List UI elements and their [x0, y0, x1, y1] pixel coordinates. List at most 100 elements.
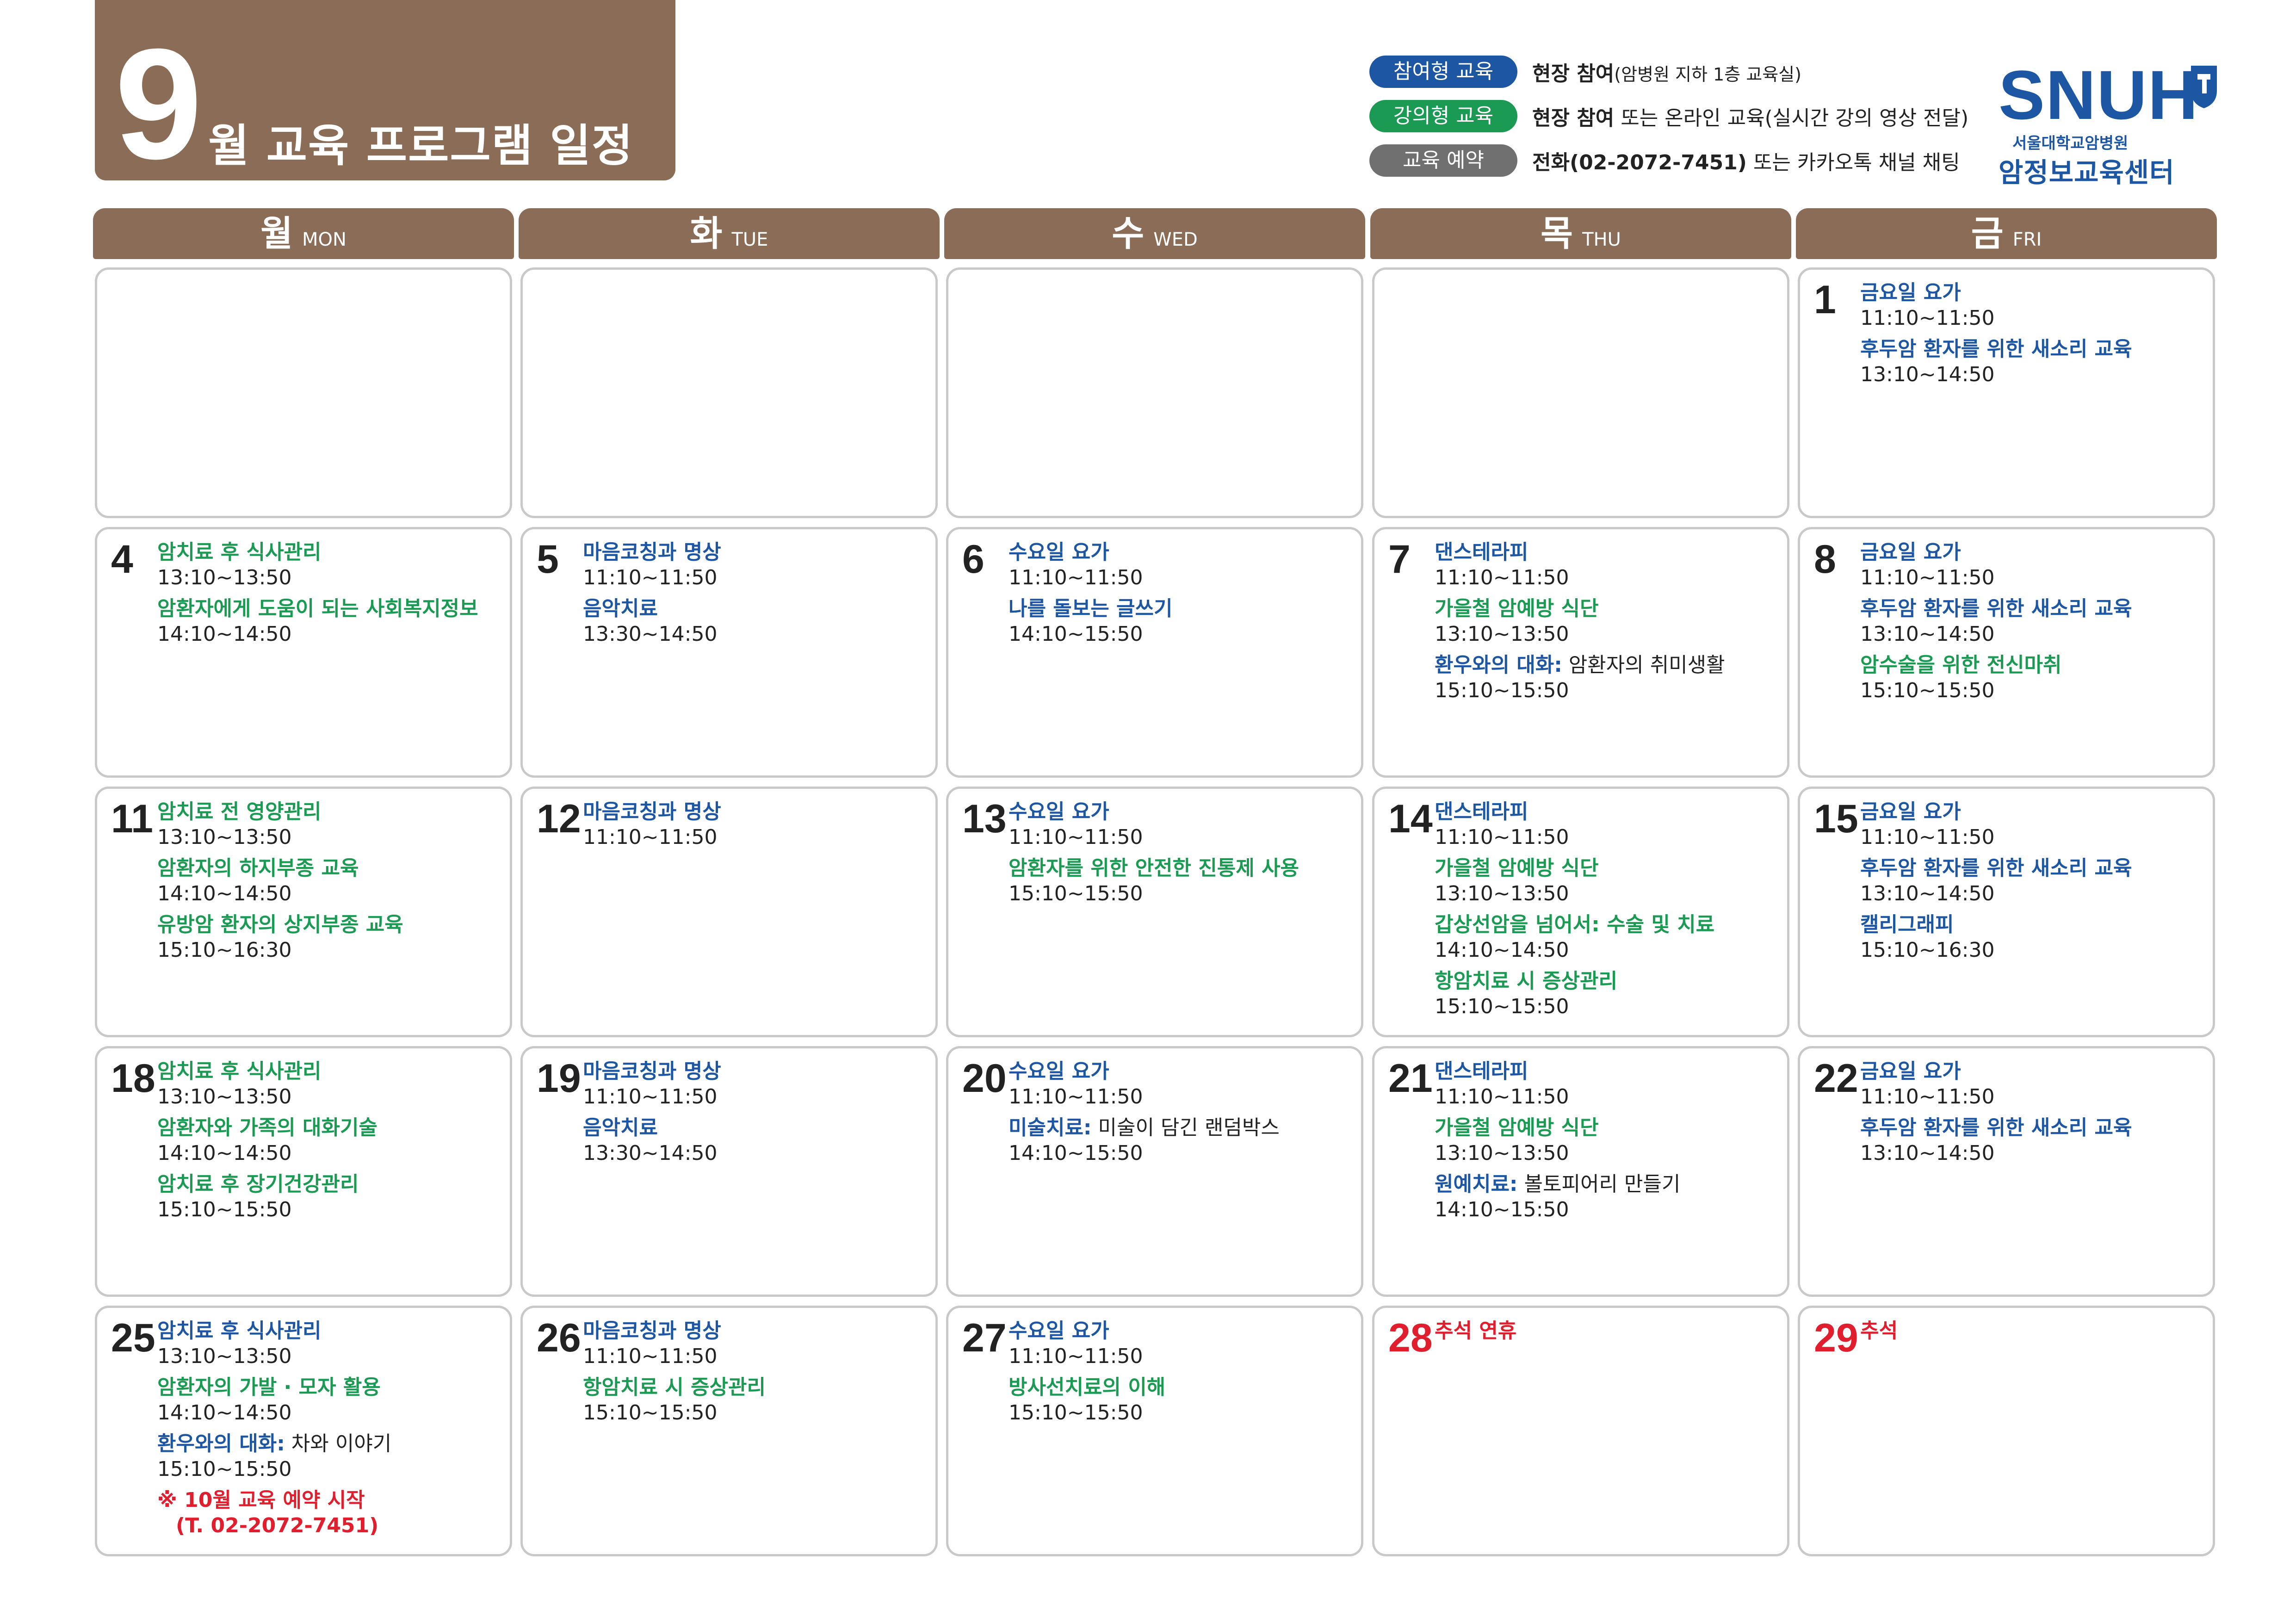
date-number: 12	[537, 797, 581, 841]
event-title-line: 후두암 환자를 위한 새소리 교육	[1860, 1115, 2203, 1141]
event-title-line: 후두암 환자를 위한 새소리 교육	[1860, 336, 2203, 362]
event-description: 차와 이야기	[285, 1432, 392, 1456]
event-title-line: 암환자를 위한 안전한 진통제 사용	[1009, 855, 1352, 881]
event-list: 추석 연휴	[1435, 1318, 1778, 1350]
event-list: 금요일 요가 11:10~11:50 후두암 환자를 위한 새소리 교육 13:10~…	[1860, 1059, 2203, 1171]
event-title-line: 항암치료 시 증상관리	[1435, 968, 1778, 994]
day-cell-26: 26 마음코칭과 명상 11:10~11:50 항암치료 시 증상관리 15:10~15…	[520, 1306, 938, 1556]
event-time: 15:10~15:50	[1860, 679, 1995, 702]
date-number: 13	[962, 797, 1007, 841]
event-title: 항암치료 시 증상관리	[583, 1375, 766, 1399]
event-item: 가을철 암예방 식단 13:10~13:50	[1435, 855, 1778, 906]
event-title: 암환자의 하지부종 교육	[157, 856, 359, 880]
legend-bold: 현장 참여	[1532, 106, 1615, 130]
event-title-line: 암환자의 하지부종 교육	[157, 855, 501, 881]
event-time: 11:10~11:50	[1860, 566, 1995, 589]
logo-center-name: 암정보교육센터	[1999, 157, 2175, 188]
event-time: 14:10~14:50	[157, 882, 292, 905]
event-item: 암치료 후 장기건강관리 15:10~15:50	[157, 1171, 501, 1222]
event-title-line: 댄스테라피	[1435, 799, 1778, 825]
event-item: 암수술을 위한 전신마취 15:10~15:50	[1860, 652, 2203, 703]
event-time: 13:30~14:50	[583, 1141, 718, 1165]
event-title-line: 댄스테라피	[1435, 539, 1778, 565]
event-time: 11:10~11:50	[583, 1085, 718, 1109]
event-title-line: 암환자와 가족의 대화기술	[157, 1115, 501, 1141]
event-title-line: 암환자에게 도움이 되는 사회복지정보	[157, 596, 501, 622]
event-title: 음악치료	[583, 597, 658, 620]
legend-bold: 현장 참여	[1532, 62, 1615, 86]
day-cell-14: 14 댄스테라피 11:10~11:50 가을철 암예방 식단 13:10~13:50 갑…	[1372, 787, 1789, 1037]
event-list: 암치료 후 식사관리 13:10~13:50 암환자와 가족의 대화기술 14:10~…	[157, 1059, 501, 1228]
event-time: 11:10~11:50	[1435, 1085, 1569, 1109]
event-item: 수요일 요가 11:10~11:50	[1009, 799, 1352, 850]
event-title-line: 나를 돌보는 글쓰기	[1009, 596, 1352, 622]
date-number: 25	[111, 1316, 155, 1360]
day-cell-28: 28 추석 연휴	[1372, 1306, 1789, 1556]
event-list: 댄스테라피 11:10~11:50 가을철 암예방 식단 13:10~13:50 환우와…	[1435, 539, 1778, 709]
event-item: 가을철 암예방 식단 13:10~13:50	[1435, 1115, 1778, 1166]
event-time: 11:10~11:50	[1009, 825, 1143, 849]
event-time: 13:10~13:50	[157, 1085, 292, 1109]
event-item: 환우와의 대화: 암환자의 취미생활 15:10~15:50	[1435, 652, 1778, 703]
event-title-line: 암치료 후 식사관리	[157, 1059, 501, 1084]
event-title: 후두암 환자를 위한 새소리 교육	[1860, 597, 2132, 620]
event-title: 원예치료:	[1435, 1172, 1518, 1196]
event-description: 미술이 담긴 랜덤박스	[1091, 1116, 1280, 1140]
event-time: 15:10~15:50	[1009, 882, 1143, 905]
event-title: 가을철 암예방 식단	[1435, 1116, 1599, 1140]
event-title: 암치료 전 영양관리	[157, 800, 322, 824]
event-title-line: 음악치료	[583, 1115, 926, 1141]
event-title-line: 암수술을 위한 전신마취	[1860, 652, 2203, 678]
day-cell-13: 13 수요일 요가 11:10~11:50 암환자를 위한 안전한 진통제 사용 15:…	[946, 787, 1363, 1037]
event-title-line: 마음코칭과 명상	[583, 799, 926, 825]
event-title-line: 수요일 요가	[1009, 1059, 1352, 1084]
event-title-line: 금요일 요가	[1860, 280, 2203, 306]
weekday-header-fri: 금 FRI	[1796, 208, 2217, 259]
event-title: 마음코칭과 명상	[583, 1319, 721, 1343]
date-number: 5	[537, 537, 559, 582]
event-item: 방사선치료의 이해 15:10~15:50	[1009, 1375, 1352, 1425]
snuh-logo: SNUH 서울대학교암병원 암정보교육센터	[1999, 60, 2239, 188]
event-time: 13:30~14:50	[583, 622, 718, 646]
day-cell-6: 6 수요일 요가 11:10~11:50 나를 돌보는 글쓰기 14:10~15:50	[946, 527, 1363, 778]
event-time: 11:10~11:50	[583, 825, 718, 849]
event-time: 15:10~15:50	[157, 1457, 292, 1481]
event-item: 금요일 요가 11:10~11:50	[1860, 1059, 2203, 1109]
event-title: 캘리그래피	[1860, 913, 1954, 936]
event-item: 추석 연휴	[1435, 1318, 1778, 1344]
event-item: 마음코칭과 명상 11:10~11:50	[583, 799, 926, 850]
empty-day-cell	[946, 267, 1363, 518]
day-cell-20: 20 수요일 요가 11:10~11:50 미술치료: 미술이 담긴 랜덤박스 14:1…	[946, 1046, 1363, 1297]
event-list: 금요일 요가 11:10~11:50 후두암 환자를 위한 새소리 교육 13:10~…	[1860, 280, 2203, 393]
event-item: 암환자와 가족의 대화기술 14:10~14:50	[157, 1115, 501, 1166]
empty-day-cell	[520, 267, 938, 518]
event-item: 수요일 요가 11:10~11:50	[1009, 1059, 1352, 1109]
event-time: 13:10~13:50	[157, 825, 292, 849]
event-title-line: 추석 연휴	[1435, 1318, 1778, 1344]
weekday-en: MON	[302, 229, 347, 250]
event-title: 암치료 후 식사관리	[157, 540, 322, 564]
date-number: 11	[111, 797, 153, 841]
event-title-line: 후두암 환자를 위한 새소리 교육	[1860, 596, 2203, 622]
weekday-en: WED	[1153, 229, 1198, 250]
event-list: 수요일 요가 11:10~11:50 나를 돌보는 글쓰기 14:10~15:50	[1009, 539, 1352, 652]
legend-bold: 전화(02-2072-7451)	[1532, 151, 1747, 174]
empty-day-cell	[95, 267, 512, 518]
event-time: 14:10~15:50	[1435, 1198, 1569, 1221]
event-title: 추석	[1860, 1319, 1898, 1343]
event-title-line: 캘리그래피	[1860, 912, 2203, 938]
date-number: 6	[962, 537, 984, 582]
weekday-ko: 목	[1541, 213, 1573, 254]
day-cell-25: 25 암치료 후 식사관리 13:10~13:50 암환자의 가발 · 모자 활용 14…	[95, 1306, 512, 1556]
event-title: 수요일 요가	[1009, 1319, 1109, 1343]
event-time: 15:10~16:30	[157, 938, 292, 962]
date-number: 20	[962, 1056, 1007, 1101]
event-time: 11:10~11:50	[583, 566, 718, 589]
event-title: 댄스테라피	[1435, 800, 1529, 824]
date-number: 7	[1388, 537, 1411, 582]
event-item: 후두암 환자를 위한 새소리 교육 13:10~14:50	[1860, 1115, 2203, 1166]
event-title: ※ 10월 교육 예약 시작	[157, 1488, 365, 1512]
event-time: 11:10~11:50	[1435, 825, 1569, 849]
event-item: 금요일 요가 11:10~11:50	[1860, 799, 2203, 850]
day-cell-27: 27 수요일 요가 11:10~11:50 방사선치료의 이해 15:10~15:50	[946, 1306, 1363, 1556]
